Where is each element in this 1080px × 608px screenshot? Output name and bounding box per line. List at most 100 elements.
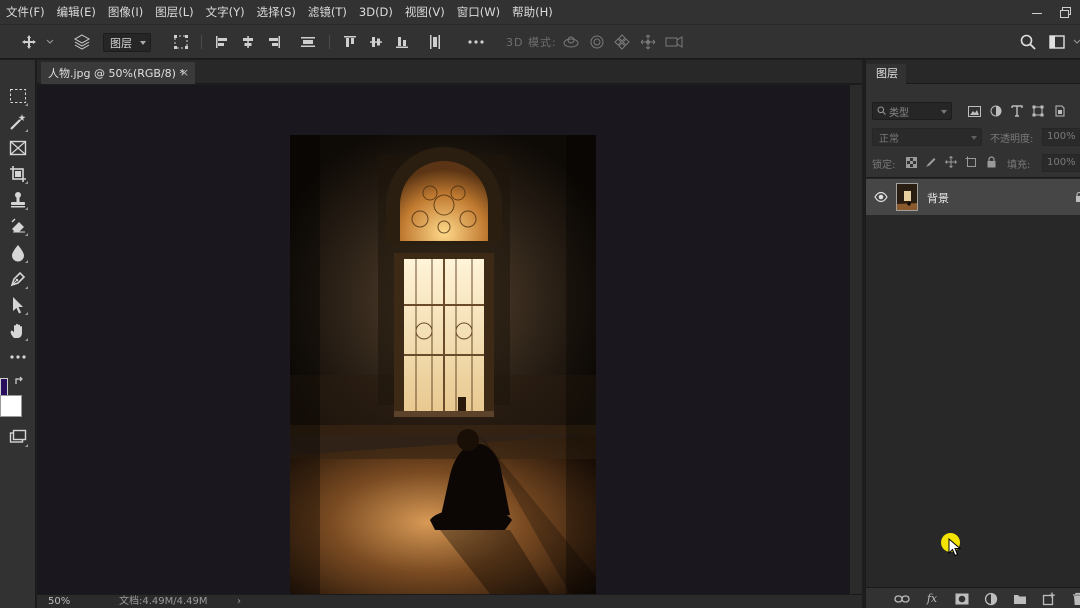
marquee-icon[interactable]: [7, 85, 29, 107]
layer-name: 背景: [927, 192, 949, 205]
distribute-vertical-icon[interactable]: [427, 33, 443, 51]
menu-filter[interactable]: 滤镜(T): [302, 0, 353, 24]
mask-icon[interactable]: [954, 591, 970, 606]
slide-3d-icon[interactable]: [639, 33, 657, 51]
canvas[interactable]: [37, 85, 849, 594]
layers-panel-footer: fx: [866, 587, 1080, 608]
stamp-icon[interactable]: [7, 189, 29, 211]
mode-3d-label: 3D 模式:: [506, 36, 557, 49]
document-tab-bar: 人物.jpg @ 50%(RGB/8) * ×: [37, 60, 864, 84]
link-icon[interactable]: [894, 591, 910, 606]
menu-file[interactable]: 文件(F): [0, 0, 51, 24]
auto-select-target-select[interactable]: 图层: [103, 33, 151, 52]
auto-select-layers-icon[interactable]: [72, 33, 92, 51]
opacity-input[interactable]: 100%: [1042, 128, 1080, 146]
align-left-icon[interactable]: [214, 33, 230, 51]
eye-icon[interactable]: [874, 191, 888, 203]
lock-pixels-icon[interactable]: [924, 155, 938, 169]
tab-layers[interactable]: 图层: [866, 64, 906, 84]
magic-wand-icon[interactable]: [7, 111, 29, 133]
chevron-down-icon[interactable]: [45, 33, 55, 51]
options-bar: 图层 3D 模式:: [0, 24, 1080, 59]
document-tab[interactable]: 人物.jpg @ 50%(RGB/8) * ×: [41, 62, 195, 84]
divider: [329, 35, 330, 49]
document-area: 人物.jpg @ 50%(RGB/8) * × 50% 文档:4.49M/4.4…: [37, 60, 864, 608]
align-top-icon[interactable]: [342, 33, 358, 51]
menu-type[interactable]: 文字(Y): [200, 0, 251, 24]
search-icon: [877, 106, 886, 118]
layer-row[interactable]: 背景: [866, 179, 1080, 215]
pen-icon[interactable]: [7, 268, 29, 290]
shape-filter-icon[interactable]: [1030, 103, 1046, 119]
layer-thumbnail: [896, 183, 918, 211]
adjustment-filter-icon[interactable]: [988, 103, 1004, 119]
menu-help[interactable]: 帮助(H): [506, 0, 559, 24]
document-info[interactable]: 文档:4.49M/4.49M: [83, 595, 243, 608]
align-center-h-icon[interactable]: [240, 33, 256, 51]
layers-list: 背景: [866, 177, 1080, 587]
smart-object-filter-icon[interactable]: [1052, 103, 1068, 119]
document-image[interactable]: [290, 135, 596, 594]
layers-panel: 图层 类型 正常 不透明度: 100% 锁定: 填充: 100% 背景 fx: [865, 60, 1080, 608]
scale-3d-icon[interactable]: [664, 33, 684, 51]
menu-3d[interactable]: 3D(D): [353, 0, 399, 24]
new-layer-icon[interactable]: [1041, 591, 1057, 606]
more-tools-icon[interactable]: [7, 346, 29, 368]
align-right-icon[interactable]: [266, 33, 282, 51]
roll-3d-icon[interactable]: [588, 33, 606, 51]
fx-icon[interactable]: fx: [924, 591, 940, 606]
pixel-filter-icon[interactable]: [966, 103, 982, 119]
type-filter-icon[interactable]: [1009, 103, 1025, 119]
screen-mode-icon[interactable]: [7, 426, 29, 448]
group-icon[interactable]: [1012, 591, 1028, 606]
swap-colors-icon[interactable]: [14, 376, 24, 386]
chevron-down-icon: [941, 110, 947, 114]
chevron-down-icon[interactable]: [1072, 33, 1080, 51]
eraser-icon[interactable]: [7, 215, 29, 237]
trash-icon[interactable]: [1070, 591, 1080, 606]
menu-bar: 文件(F) 编辑(E) 图像(I) 图层(L) 文字(Y) 选择(S) 滤镜(T…: [0, 0, 1080, 24]
fill-input[interactable]: 100%: [1042, 154, 1080, 172]
panel-tab-bar: 图层: [866, 60, 1080, 84]
background-color-swatch[interactable]: [0, 395, 22, 417]
document-tab-title: 人物.jpg @ 50%(RGB/8) *: [48, 67, 185, 80]
more-options-icon[interactable]: [466, 33, 486, 51]
search-icon[interactable]: [1019, 33, 1037, 51]
menu-edit[interactable]: 编辑(E): [51, 0, 102, 24]
blend-row: 正常 不透明度: 100%: [872, 128, 1080, 146]
lock-row: 锁定: 填充: 100%: [872, 154, 1080, 172]
menu-view[interactable]: 视图(V): [399, 0, 451, 24]
blur-icon[interactable]: [7, 242, 29, 264]
workspace-icon[interactable]: [1048, 33, 1066, 51]
crop-icon[interactable]: [7, 163, 29, 185]
distribute-icon[interactable]: [299, 33, 317, 51]
lock-artboard-icon[interactable]: [964, 155, 978, 169]
menu-layer[interactable]: 图层(L): [149, 0, 199, 24]
orbit-3d-icon[interactable]: [561, 33, 581, 51]
zoom-level-field[interactable]: 50%: [41, 595, 81, 608]
lock-transparency-icon[interactable]: [904, 155, 918, 169]
adjustment-icon[interactable]: [983, 591, 999, 606]
lock-position-icon[interactable]: [944, 155, 958, 169]
close-icon[interactable]: ×: [180, 66, 189, 79]
restore-icon[interactable]: [1058, 5, 1072, 19]
lock-all-icon[interactable]: [984, 155, 998, 169]
chevron-down-icon: [971, 136, 977, 140]
move-tool-icon[interactable]: [20, 33, 38, 51]
frame-icon[interactable]: [7, 137, 29, 159]
hand-icon[interactable]: [7, 320, 29, 342]
pan-3d-icon[interactable]: [613, 33, 631, 51]
filter-kind-select[interactable]: 类型: [872, 102, 952, 120]
menu-window[interactable]: 窗口(W): [451, 0, 506, 24]
path-select-icon[interactable]: [7, 294, 29, 316]
transform-controls-icon[interactable]: [172, 33, 190, 51]
filter-kind-value: 类型: [889, 107, 909, 119]
blend-mode-select[interactable]: 正常: [872, 128, 982, 146]
align-middle-v-icon[interactable]: [368, 33, 384, 51]
menu-image[interactable]: 图像(I): [102, 0, 149, 24]
blend-mode-value: 正常: [879, 133, 899, 145]
minimize-icon[interactable]: [1030, 5, 1044, 19]
menu-select[interactable]: 选择(S): [251, 0, 302, 24]
align-bottom-icon[interactable]: [394, 33, 410, 51]
status-menu-icon[interactable]: ›: [237, 595, 241, 608]
